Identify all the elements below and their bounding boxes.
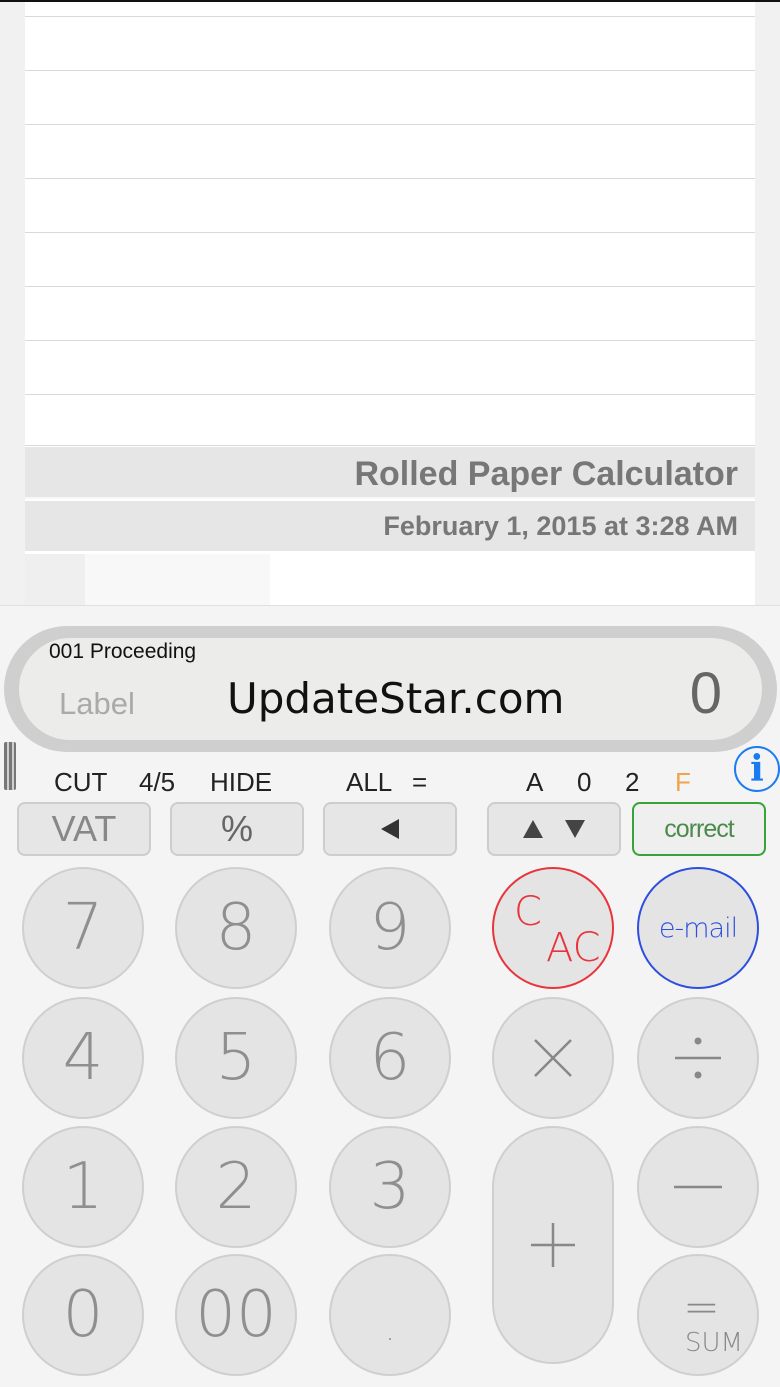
decimal-indicator-2[interactable]: 2 xyxy=(625,767,639,798)
equals-sum-button[interactable]: = SUM xyxy=(637,1254,759,1376)
decimal-point-label: . xyxy=(385,1312,395,1348)
correct-button[interactable]: correct xyxy=(632,802,766,856)
display-value: 0 xyxy=(689,661,722,726)
equals-label: = xyxy=(683,1282,720,1333)
label-field[interactable]: Label xyxy=(59,686,135,722)
paper-line xyxy=(25,180,755,233)
triangle-down-icon xyxy=(565,820,585,838)
email-button[interactable]: e-mail xyxy=(637,867,759,989)
key-9[interactable]: 9 xyxy=(329,867,451,989)
plus-icon xyxy=(531,1223,575,1267)
paper-line xyxy=(25,0,755,17)
watermark-text: UpdateStar.com xyxy=(227,674,565,723)
key-8[interactable]: 8 xyxy=(175,867,297,989)
paper-line xyxy=(25,72,755,125)
percent-button[interactable]: % xyxy=(170,802,304,856)
paper-line xyxy=(25,126,755,179)
paper-line xyxy=(25,234,755,287)
key-4-label: 4 xyxy=(62,1021,104,1095)
all-toggle[interactable]: ALL xyxy=(346,767,392,798)
key-1[interactable]: 1 xyxy=(22,1126,144,1248)
key-8-label: 8 xyxy=(215,891,257,965)
minus-button[interactable] xyxy=(637,1126,759,1248)
scroll-updown-button[interactable] xyxy=(487,802,621,856)
cut-toggle[interactable]: CUT xyxy=(54,767,107,798)
key-9-label: 9 xyxy=(369,891,411,965)
decimal-indicator-0[interactable]: 0 xyxy=(577,767,591,798)
paper-line xyxy=(25,288,755,341)
key-00[interactable]: 00 xyxy=(175,1254,297,1376)
paper-date-row: February 1, 2015 at 3:28 AM xyxy=(25,501,755,551)
backspace-button[interactable] xyxy=(323,802,457,856)
key-3-label: 3 xyxy=(369,1150,411,1224)
clear-button[interactable]: C AC xyxy=(492,867,614,989)
mode-indicator[interactable]: A xyxy=(526,767,543,798)
triangle-left-icon xyxy=(381,819,399,839)
all-equals-indicator: = xyxy=(412,767,428,797)
plus-button[interactable] xyxy=(492,1126,614,1364)
vat-button[interactable]: VAT xyxy=(17,802,151,856)
multiply-icon xyxy=(534,1039,572,1077)
key-0-label: 0 xyxy=(62,1278,104,1352)
paper-title-row: Rolled Paper Calculator xyxy=(25,447,755,499)
minus-icon xyxy=(674,1185,722,1189)
key-5[interactable]: 5 xyxy=(175,997,297,1119)
key-2[interactable]: 2 xyxy=(175,1126,297,1248)
paper-line xyxy=(25,18,755,71)
email-label: e-mail xyxy=(658,912,738,944)
info-icon-glyph: i xyxy=(750,748,764,790)
key-00-label: 00 xyxy=(195,1278,277,1352)
calculator-panel: 001 Proceeding Label UpdateStar.com 0 i … xyxy=(0,605,780,1387)
clear-c-label: C xyxy=(514,889,542,935)
clear-ac-label: AC xyxy=(546,925,601,971)
display-frame: 001 Proceeding Label UpdateStar.com 0 xyxy=(4,626,777,752)
paper-cell xyxy=(25,554,85,607)
paper-line xyxy=(25,342,755,395)
paper-sheet: Rolled Paper Calculator February 1, 2015… xyxy=(25,2,755,607)
flag-indicator[interactable]: F xyxy=(675,767,691,798)
sum-label: SUM xyxy=(685,1328,743,1358)
decimal-point-button[interactable]: . xyxy=(329,1254,451,1376)
key-1-label: 1 xyxy=(62,1150,104,1224)
display-screen[interactable]: 001 Proceeding Label UpdateStar.com 0 xyxy=(19,638,762,740)
divide-icon xyxy=(675,1037,721,1079)
info-icon[interactable]: i xyxy=(734,746,780,792)
key-0[interactable]: 0 xyxy=(22,1254,144,1376)
display-status: 001 Proceeding xyxy=(49,640,197,663)
key-3[interactable]: 3 xyxy=(329,1126,451,1248)
key-7[interactable]: 7 xyxy=(22,867,144,989)
drag-handle[interactable] xyxy=(4,742,16,790)
paper-cell xyxy=(85,554,270,607)
key-6[interactable]: 6 xyxy=(329,997,451,1119)
round-setting[interactable]: 4/5 xyxy=(139,767,175,798)
triangle-up-icon xyxy=(523,820,543,838)
paper-roll[interactable]: Rolled Paper Calculator February 1, 2015… xyxy=(0,0,780,607)
paper-title: Rolled Paper Calculator xyxy=(354,455,738,493)
key-2-label: 2 xyxy=(215,1150,257,1224)
key-5-label: 5 xyxy=(215,1021,257,1095)
key-6-label: 6 xyxy=(369,1021,411,1095)
multiply-button[interactable] xyxy=(492,997,614,1119)
divide-button[interactable] xyxy=(637,997,759,1119)
paper-line xyxy=(25,393,755,446)
hide-toggle[interactable]: HIDE xyxy=(210,767,272,798)
key-7-label: 7 xyxy=(62,891,104,965)
key-4[interactable]: 4 xyxy=(22,997,144,1119)
paper-date: February 1, 2015 at 3:28 AM xyxy=(383,511,738,541)
